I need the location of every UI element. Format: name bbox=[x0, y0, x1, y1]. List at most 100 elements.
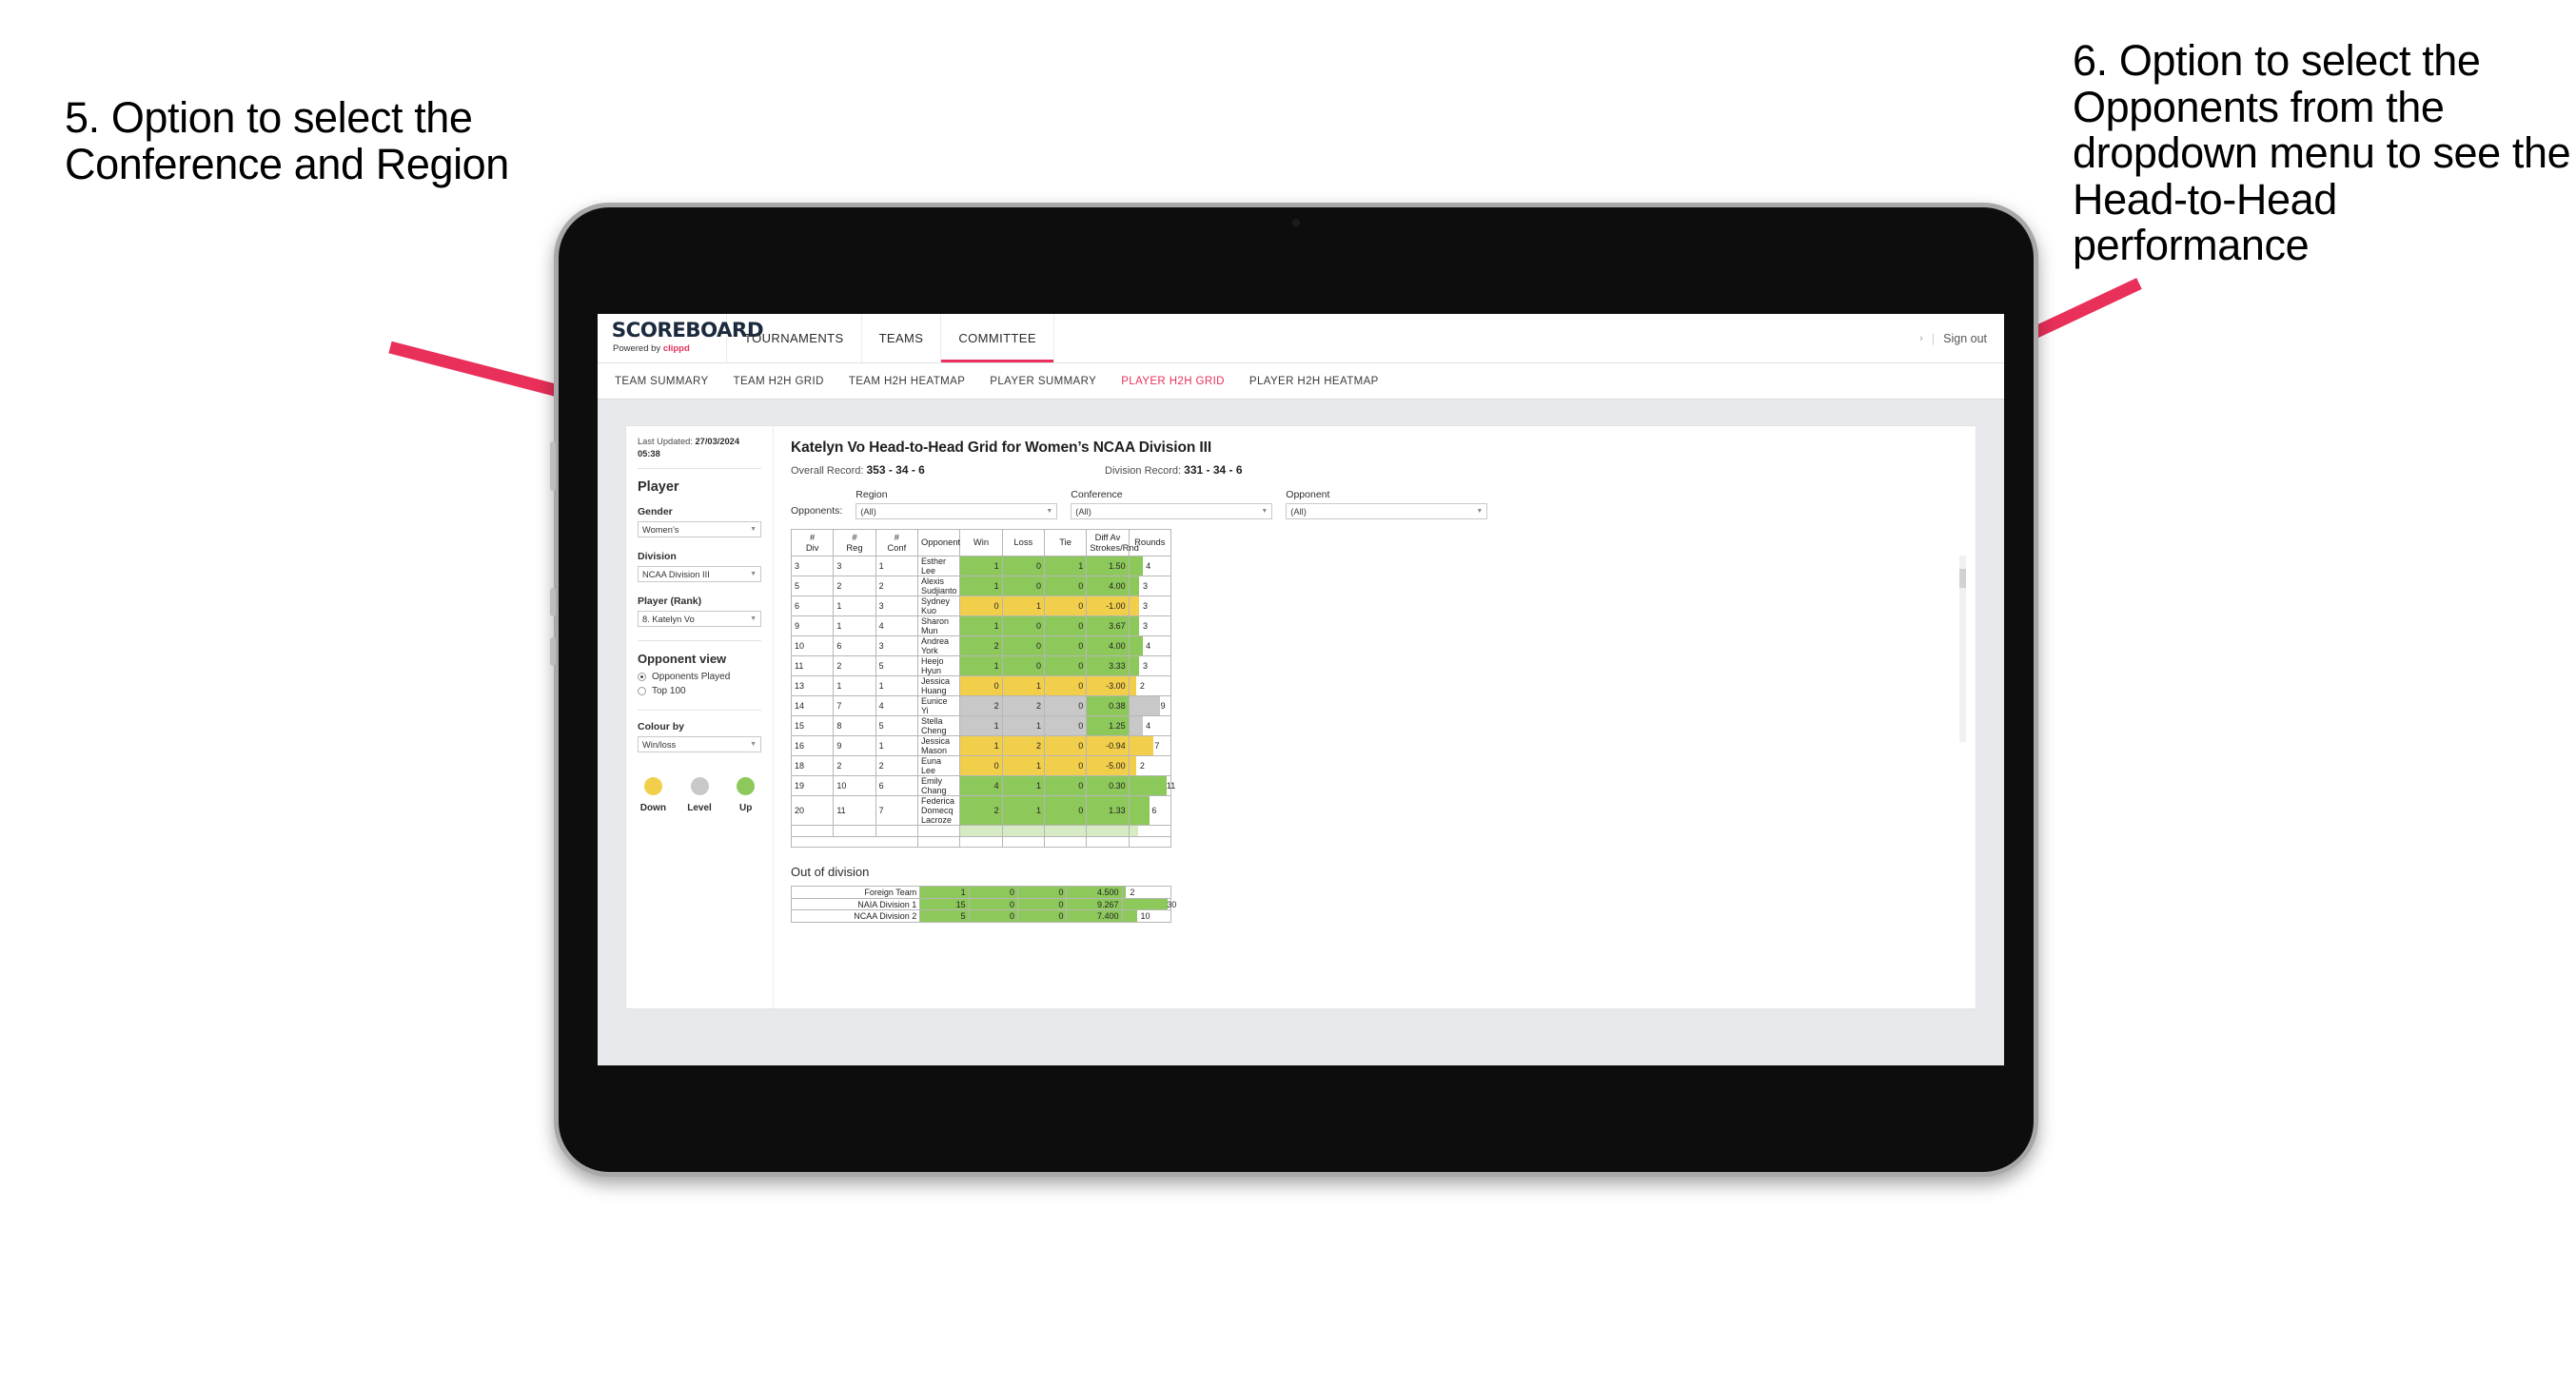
division-select[interactable]: NCAA Division III ▼ bbox=[638, 566, 761, 583]
rounds-value: 2 bbox=[1139, 761, 1145, 771]
cell-loss: 0 bbox=[968, 886, 1019, 899]
filter-opponent: Opponent (All) ▼ bbox=[1286, 489, 1488, 519]
region-select[interactable]: (All) ▼ bbox=[855, 503, 1058, 519]
list-item[interactable]: Foreign Team 1 0 0 4.500 2 bbox=[790, 886, 1172, 899]
table-row[interactable]: 10 6 3 Andrea York 2 0 0 4.00 4 bbox=[790, 635, 1172, 656]
rounds-value: 30 bbox=[1167, 899, 1177, 909]
header-divider: | bbox=[1931, 331, 1936, 345]
cell-rounds: 3 bbox=[1128, 595, 1172, 616]
cell-tie: 0 bbox=[1043, 655, 1088, 676]
subnav-player-h2h-heatmap[interactable]: PLAYER H2H HEATMAP bbox=[1249, 376, 1379, 387]
legend-label-up: Up bbox=[739, 803, 753, 814]
division-record: Division Record: 331 - 34 - 6 bbox=[1105, 463, 1419, 477]
cell-conf: 1 bbox=[875, 735, 918, 756]
col-reg: # Reg bbox=[833, 529, 876, 556]
brand-title: SCOREBOARD bbox=[611, 319, 764, 342]
sidebar-divider-3 bbox=[638, 710, 761, 712]
cell-rounds: 2 bbox=[1128, 755, 1172, 776]
table-row[interactable]: 14 7 4 Eunice Yi 2 2 0 0.38 9 bbox=[790, 695, 1172, 716]
cell-diff: 1.25 bbox=[1086, 715, 1130, 736]
cell-diff: 4.00 bbox=[1086, 576, 1130, 596]
tablet-button-power[interactable] bbox=[550, 441, 556, 491]
brand-logo[interactable]: SCOREBOARD Powered by clippd bbox=[598, 314, 764, 362]
rounds-bar bbox=[1129, 656, 1140, 675]
cell-rounds: 3 bbox=[1128, 615, 1172, 636]
cell-div: 19 bbox=[790, 775, 835, 796]
cell-opponent: Sydney Kuo bbox=[916, 595, 961, 616]
subnav-player-summary[interactable]: PLAYER SUMMARY bbox=[990, 376, 1096, 387]
tablet-button-volume-up[interactable] bbox=[550, 588, 556, 616]
grid-scrollbar-thumb[interactable] bbox=[1959, 569, 1966, 588]
cell-div: 16 bbox=[790, 735, 835, 756]
cell-win: 1 bbox=[919, 886, 970, 899]
table-row[interactable]: 18 2 2 Euna Lee 0 1 0 -5.00 2 bbox=[790, 755, 1172, 776]
gender-select[interactable]: Women’s ▼ bbox=[638, 521, 761, 538]
table-row[interactable]: 20 11 7 Federica Domecq Lacroze 2 1 0 1.33 6 bbox=[790, 795, 1172, 826]
table-row[interactable]: 5 2 2 Alexis Sudjianto 1 0 0 4.00 3 bbox=[790, 576, 1172, 596]
cell-group-name: NAIA Division 1 bbox=[790, 897, 921, 911]
cell-tie: 0 bbox=[1043, 595, 1088, 616]
cell-tie: 0 bbox=[1043, 795, 1088, 826]
out-of-division-body: Foreign Team 1 0 0 4.500 2 NAIA Division 1 15 0 0… bbox=[790, 886, 1176, 923]
table-row[interactable]: 6 1 3 Sydney Kuo 0 1 0 -1.00 3 bbox=[790, 595, 1172, 616]
cell-tie: 0 bbox=[1017, 897, 1068, 911]
cell-diff: 4.00 bbox=[1086, 635, 1130, 656]
screenshot-root: 5. Option to select the Conference and R… bbox=[0, 0, 2576, 1386]
radio-top-100[interactable]: Top 100 bbox=[638, 686, 761, 696]
cell-diff: 9.267 bbox=[1066, 897, 1123, 911]
subnav-team-h2h-grid[interactable]: TEAM H2H GRID bbox=[734, 376, 824, 387]
radio-icon-selected bbox=[638, 673, 646, 682]
nav-item-tournaments[interactable]: TOURNAMENTS bbox=[727, 314, 862, 362]
list-item[interactable]: NCAA Division 2 5 0 0 7.400 10 bbox=[790, 909, 1172, 923]
sign-out-link[interactable]: Sign out bbox=[1943, 332, 1987, 345]
radio-opponents-played[interactable]: Opponents Played bbox=[638, 672, 761, 682]
annotation-left-text: 5. Option to select the Conference and R… bbox=[65, 93, 509, 188]
cell-tie: 0 bbox=[1017, 886, 1068, 899]
table-row[interactable]: 19 10 6 Emily Chang 4 1 0 0.30 11 bbox=[790, 775, 1175, 796]
conference-label: Conference bbox=[1071, 489, 1123, 500]
cell-win: 5 bbox=[919, 909, 970, 923]
nav-item-committee[interactable]: COMMITTEE bbox=[941, 314, 1054, 362]
cell-win: 1 bbox=[959, 655, 1003, 676]
colour-by-select[interactable]: Win/loss ▼ bbox=[638, 736, 761, 753]
table-row[interactable]: 15 8 5 Stella Cheng 1 1 0 1.25 4 bbox=[790, 715, 1172, 736]
table-row[interactable]: 13 1 1 Jessica Huang 0 1 0 -3.00 2 bbox=[790, 675, 1172, 696]
h2h-grid-body: 3 3 1 Esther Lee 1 0 1 1.50 4 5 2 2 Alexis Sudjianto… bbox=[790, 556, 1175, 849]
rounds-value: 3 bbox=[1142, 581, 1148, 591]
cell-rounds: 2 bbox=[1121, 886, 1172, 899]
rounds-bar bbox=[1122, 887, 1126, 898]
cell-conf: 5 bbox=[875, 655, 918, 676]
opponent-select[interactable]: (All) ▼ bbox=[1286, 503, 1488, 519]
cell-conf: 4 bbox=[875, 615, 918, 636]
table-row[interactable]: 16 9 1 Jessica Mason 1 2 0 -0.94 7 bbox=[790, 735, 1172, 756]
cell-conf: 3 bbox=[875, 595, 918, 616]
tablet-button-volume-down[interactable] bbox=[550, 637, 556, 666]
subnav-team-h2h-heatmap[interactable]: TEAM H2H HEATMAP bbox=[849, 376, 965, 387]
list-item[interactable]: NAIA Division 1 15 0 0 9.267 30 bbox=[790, 897, 1176, 911]
rounds-value: 3 bbox=[1142, 661, 1148, 671]
table-row[interactable]: 3 3 1 Esther Lee 1 0 1 1.50 4 bbox=[790, 556, 1172, 576]
grid-scrollbar[interactable] bbox=[1959, 556, 1966, 742]
cell-div: 14 bbox=[790, 695, 835, 716]
sidebar-heading-player: Player bbox=[638, 479, 679, 496]
player-rank-select[interactable]: 8. Katelyn Vo ▼ bbox=[638, 611, 761, 628]
overall-record-label: Overall Record: bbox=[791, 465, 864, 477]
cell-tie: 0 bbox=[1043, 735, 1088, 756]
cell-reg: 11 bbox=[833, 795, 876, 826]
subnav-team-summary[interactable]: TEAM SUMMARY bbox=[615, 376, 709, 387]
table-row[interactable]: 9 1 4 Sharon Mun 1 0 0 3.67 3 bbox=[790, 615, 1172, 636]
cell-loss: 0 bbox=[1001, 615, 1045, 636]
chevron-right-icon[interactable]: › bbox=[1919, 333, 1923, 344]
cell-conf: 1 bbox=[875, 675, 918, 696]
rounds-value: 6 bbox=[1151, 806, 1157, 815]
table-row[interactable]: 11 2 5 Heejo Hyun 1 0 0 3.33 3 bbox=[790, 655, 1172, 676]
rounds-value: 10 bbox=[1140, 911, 1150, 922]
col-diff: Diff Av Strokes/Rnd bbox=[1086, 529, 1139, 556]
cell-win: 1 bbox=[959, 715, 1003, 736]
subnav-player-h2h-grid[interactable]: PLAYER H2H GRID bbox=[1121, 376, 1225, 387]
cell-win: 2 bbox=[959, 795, 1003, 826]
conference-select[interactable]: (All) ▼ bbox=[1071, 503, 1273, 519]
cell-conf: 7 bbox=[875, 795, 918, 826]
cell-tie: 1 bbox=[1043, 556, 1088, 576]
nav-item-teams[interactable]: TEAMS bbox=[862, 314, 942, 362]
